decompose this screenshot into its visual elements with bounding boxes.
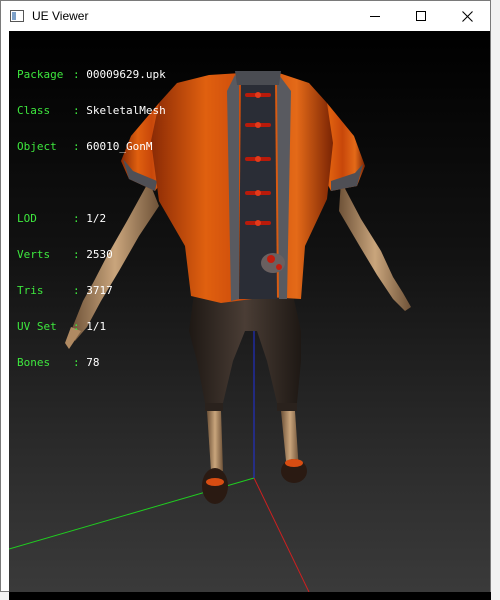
info-row-lod: LOD: 1/2 xyxy=(17,213,166,225)
object-value: 60010_GonM xyxy=(86,140,153,153)
ue-viewer-window: UE Viewer Package: 00009629.upk Class:… xyxy=(0,0,491,592)
lod-label: LOD xyxy=(17,212,37,225)
title-bar[interactable]: UE Viewer xyxy=(1,1,490,31)
object-label: Object xyxy=(17,140,57,153)
maximize-button[interactable] xyxy=(398,1,444,31)
info-row-bones: Bones: 78 xyxy=(17,357,166,369)
package-value: 00009629.upk xyxy=(86,68,166,81)
label-separator: : xyxy=(73,140,87,153)
info-row-verts: Verts: 2530 xyxy=(17,249,166,261)
close-icon xyxy=(461,10,473,22)
info-row-tris: Tris: 3717 xyxy=(17,285,166,297)
label-separator: : xyxy=(73,356,87,369)
uvset-value: 1/1 xyxy=(86,320,107,333)
tris-value: 3717 xyxy=(86,284,113,297)
label-separator: : xyxy=(73,212,87,225)
close-button[interactable] xyxy=(444,1,490,31)
lod-value: 1/2 xyxy=(86,212,107,225)
uvset-label: UV Set xyxy=(17,320,57,333)
maximize-icon xyxy=(416,11,426,21)
verts-value: 2530 xyxy=(86,248,113,261)
label-separator: : xyxy=(73,104,87,117)
app-window-icon xyxy=(10,10,24,22)
bones-label: Bones xyxy=(17,356,51,369)
info-row-object: Object: 60010_GonM xyxy=(17,141,166,153)
axis-x-line xyxy=(253,477,310,592)
info-row-uvset: UV Set: 1/1 xyxy=(17,321,166,333)
class-value: SkeletalMesh xyxy=(86,104,166,117)
verts-label: Verts xyxy=(17,248,51,261)
mesh-info-panel: Package: 00009629.upk Class: SkeletalMes… xyxy=(17,45,166,393)
minimize-icon xyxy=(370,16,380,17)
label-separator: : xyxy=(73,284,87,297)
3d-viewport[interactable]: Package: 00009629.upk Class: SkeletalMes… xyxy=(9,31,490,592)
label-separator: : xyxy=(73,248,87,261)
label-separator: : xyxy=(73,320,87,333)
label-separator: : xyxy=(73,68,87,81)
background-console-right xyxy=(491,0,500,600)
window-title: UE Viewer xyxy=(32,9,89,23)
package-label: Package xyxy=(17,68,64,81)
bones-value: 78 xyxy=(86,356,100,369)
tris-label: Tris xyxy=(17,284,44,297)
info-row-package: Package: 00009629.upk xyxy=(17,69,166,81)
minimize-button[interactable] xyxy=(352,1,398,31)
class-label: Class xyxy=(17,104,51,117)
info-row-class: Class: SkeletalMesh xyxy=(17,105,166,117)
